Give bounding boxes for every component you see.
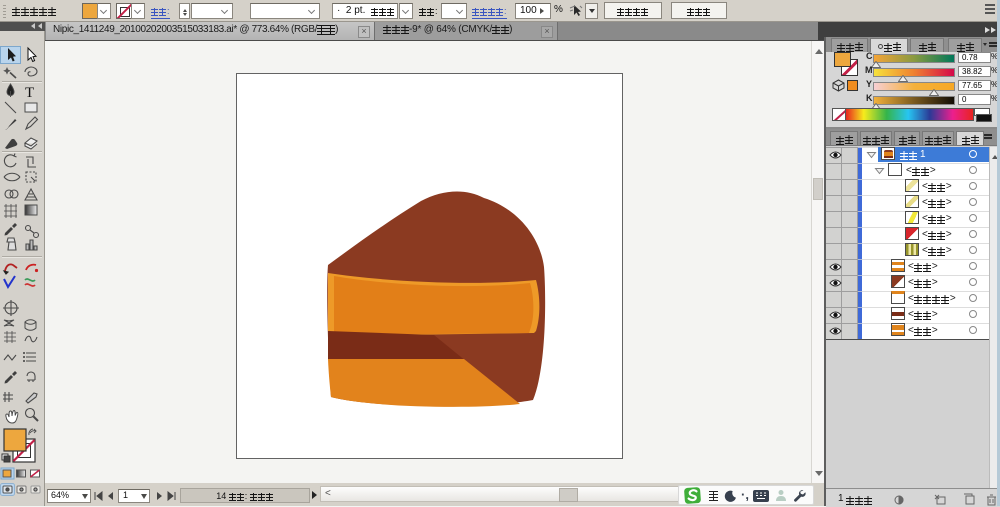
svg-text:T: T	[25, 85, 34, 101]
